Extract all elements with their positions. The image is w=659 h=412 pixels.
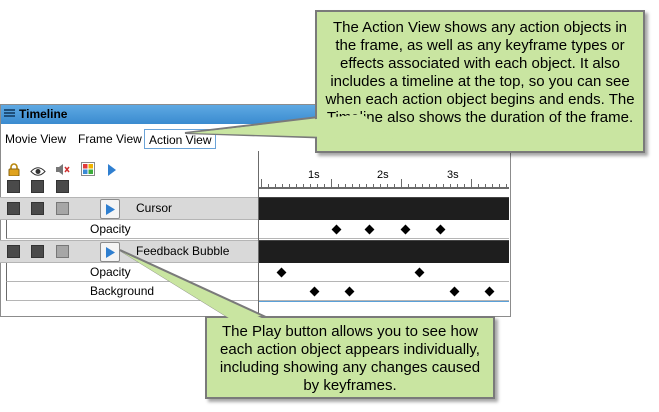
property-label: Background <box>90 284 155 298</box>
ruler-tick <box>422 184 423 189</box>
lock-icon[interactable] <box>8 163 20 177</box>
timeline-bottom-edge <box>259 301 509 302</box>
ruler-tick <box>324 184 325 189</box>
ruler-tick <box>352 184 353 189</box>
property-label: Opacity <box>90 265 131 279</box>
ruler-tick <box>415 184 416 189</box>
keyframe-marker[interactable] <box>400 224 411 235</box>
time-ruler[interactable]: 1s 2s 3s <box>259 165 509 192</box>
ruler-tick <box>478 184 479 189</box>
ruler-tick <box>359 184 360 189</box>
ruler-tick <box>373 184 374 189</box>
mute-all-toggle[interactable] <box>56 180 69 193</box>
ruler-tick <box>387 184 388 189</box>
ruler-label-1s: 1s <box>308 169 320 181</box>
ruler-tick <box>394 184 395 189</box>
property-row-background[interactable]: Background <box>6 282 258 301</box>
property-row-opacity[interactable]: Opacity <box>6 220 258 239</box>
audio-toggle[interactable] <box>56 245 69 258</box>
action-object-row-feedback-bubble[interactable]: Feedback Bubble <box>0 240 258 263</box>
ruler-tick <box>506 184 507 189</box>
color-palette-icon[interactable] <box>81 162 95 176</box>
show-all-toggle[interactable] <box>31 180 44 193</box>
ruler-tick <box>296 184 297 189</box>
lock-all-toggle[interactable] <box>7 180 20 193</box>
ruler-tick <box>485 184 486 189</box>
ruler-tick <box>303 184 304 189</box>
keyframe-marker[interactable] <box>364 224 375 235</box>
property-label: Opacity <box>90 222 131 236</box>
ruler-tick <box>450 184 451 189</box>
ruler-tick <box>310 184 311 189</box>
grip-icon[interactable] <box>4 109 15 120</box>
ruler-tick <box>261 179 262 189</box>
track-cursor-opacity[interactable] <box>259 220 509 239</box>
ruler-tick <box>331 179 332 189</box>
track-bar-cursor[interactable] <box>259 197 509 220</box>
ruler-tick <box>380 184 381 189</box>
ruler-tick <box>471 179 472 189</box>
keyframe-marker[interactable] <box>331 224 342 235</box>
ruler-label-2s: 2s <box>377 169 389 181</box>
play-button[interactable] <box>100 199 120 219</box>
visibility-toggle[interactable] <box>31 245 44 258</box>
ruler-tick <box>338 184 339 189</box>
object-label: Feedback Bubble <box>136 244 230 258</box>
audio-toggle[interactable] <box>56 202 69 215</box>
ruler-tick <box>436 184 437 189</box>
ruler-tick <box>401 179 402 189</box>
tab-movie-view[interactable]: Movie View <box>1 129 70 149</box>
play-all-icon[interactable] <box>107 163 117 176</box>
eye-icon[interactable] <box>30 164 46 176</box>
track-feedback-background[interactable] <box>259 282 509 301</box>
keyframe-marker[interactable] <box>484 286 495 297</box>
action-object-row-cursor[interactable]: Cursor <box>0 197 258 220</box>
play-button[interactable] <box>100 242 120 262</box>
ruler-tick <box>366 184 367 189</box>
ruler-tick <box>345 184 346 189</box>
callout-action-view: The Action View shows any action objects… <box>315 10 645 153</box>
keyframe-marker[interactable] <box>449 286 460 297</box>
tab-action-view[interactable]: Action View <box>144 129 217 149</box>
keyframe-marker[interactable] <box>344 286 355 297</box>
ruler-tick <box>429 184 430 189</box>
track-bar-feedback-bubble[interactable] <box>259 240 509 263</box>
ruler-label-3s: 3s <box>447 169 459 181</box>
property-row-opacity[interactable]: Opacity <box>6 263 258 282</box>
ruler-tick <box>317 184 318 189</box>
ruler-tick <box>268 184 269 189</box>
ruler-tick <box>408 184 409 189</box>
visibility-toggle[interactable] <box>31 202 44 215</box>
keyframe-marker[interactable] <box>309 286 320 297</box>
ruler-tick <box>289 184 290 189</box>
ruler-tick <box>464 184 465 189</box>
ruler-tick <box>282 184 283 189</box>
tab-frame-view[interactable]: Frame View <box>74 129 146 149</box>
ruler-tick <box>499 184 500 189</box>
audio-mute-icon[interactable] <box>55 163 71 176</box>
ruler-tick <box>443 184 444 189</box>
keyframe-marker[interactable] <box>414 267 425 278</box>
callout-play-button: The Play button allows you to see how ea… <box>205 316 495 399</box>
ruler-tick <box>492 184 493 189</box>
lock-toggle[interactable] <box>7 202 20 215</box>
ruler-tick <box>457 184 458 189</box>
ruler-tick <box>275 184 276 189</box>
object-label: Cursor <box>136 201 173 215</box>
keyframe-marker[interactable] <box>276 267 287 278</box>
lock-toggle[interactable] <box>7 245 20 258</box>
window-title: Timeline <box>19 107 68 121</box>
keyframe-marker[interactable] <box>435 224 446 235</box>
track-feedback-opacity[interactable] <box>259 263 509 282</box>
